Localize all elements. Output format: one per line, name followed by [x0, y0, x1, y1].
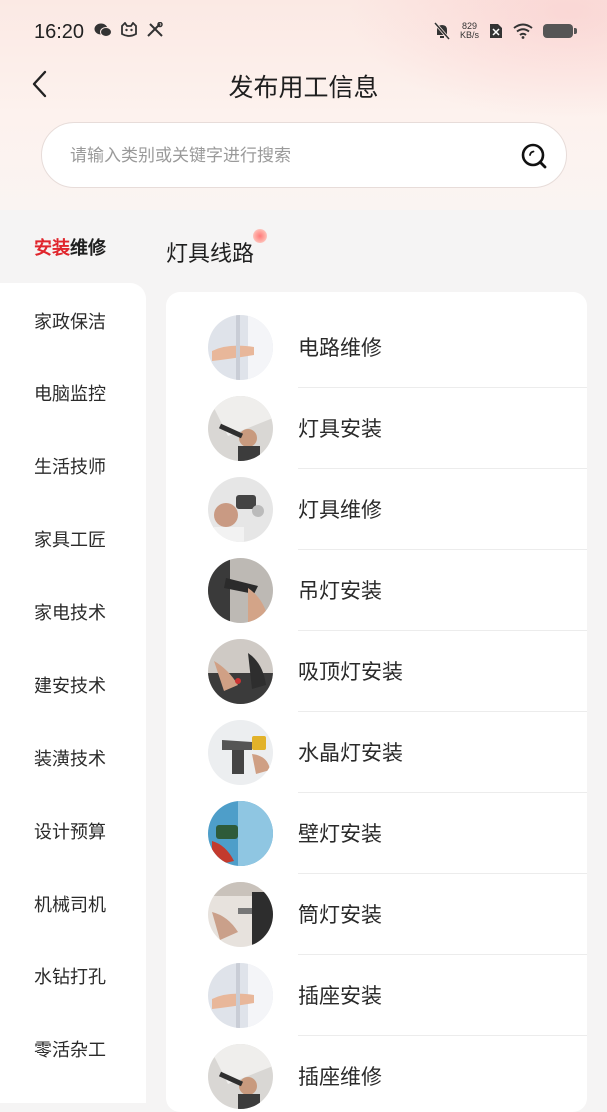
sidebar-item[interactable]: 家电技术: [34, 599, 106, 625]
sidebar-item[interactable]: 机械司机: [34, 891, 106, 917]
service-label: 水晶灯安装: [298, 741, 403, 765]
service-label: 插座安装: [298, 984, 382, 1008]
service-thumbnail: [208, 315, 273, 380]
sidebar-item[interactable]: 装潢技术: [34, 745, 106, 771]
sidebar-item[interactable]: 水钻打孔: [34, 963, 106, 989]
service-item[interactable]: 灯具安装: [166, 373, 587, 469]
service-thumbnail: [208, 882, 273, 947]
wifi-icon: [513, 23, 533, 39]
service-label: 灯具维修: [298, 498, 382, 522]
service-thumbnail: [208, 720, 273, 785]
service-item[interactable]: 壁灯安装: [166, 778, 587, 874]
search-icon[interactable]: [520, 142, 548, 170]
status-left-icons: [94, 22, 164, 38]
service-label: 吊灯安装: [298, 579, 382, 603]
service-item[interactable]: 电路维修: [166, 292, 587, 388]
net-speed: 829 KB/s: [460, 22, 479, 40]
sidebar-active-label-black: 维修: [70, 238, 106, 259]
sidebar-item[interactable]: 设计预算: [34, 818, 106, 844]
service-label: 插座维修: [298, 1065, 382, 1089]
status-right-icons: 829 KB/s: [433, 22, 577, 40]
service-thumbnail: [208, 639, 273, 704]
status-bar: 16:20 829 KB/s: [0, 0, 607, 66]
service-item[interactable]: 灯具维修: [166, 454, 587, 550]
sim-icon: [490, 24, 502, 38]
service-label: 灯具安装: [298, 417, 382, 441]
service-item[interactable]: 水晶灯安装: [166, 697, 587, 793]
service-thumbnail: [208, 1044, 273, 1109]
sidebar-item[interactable]: 家具工匠: [34, 526, 106, 552]
net-speed-unit: KB/s: [459, 30, 479, 40]
service-thumbnail: [208, 477, 273, 542]
service-item[interactable]: 插座维修: [166, 1021, 587, 1109]
service-thumbnail: [208, 396, 273, 461]
service-item[interactable]: 筒灯安装: [166, 859, 587, 955]
service-item[interactable]: 吊灯安装: [166, 535, 587, 631]
service-item[interactable]: 插座安装: [166, 940, 587, 1036]
service-label: 电路维修: [298, 336, 382, 360]
search-bar[interactable]: [41, 122, 567, 189]
mute-bell-icon: [433, 22, 450, 40]
sidebar-item[interactable]: 零活杂工: [34, 1036, 106, 1062]
service-thumbnail: [208, 558, 273, 623]
sidebar-active-label-red: 安装: [34, 238, 70, 259]
badge-dot: [253, 229, 267, 243]
tools-icon: [147, 22, 163, 37]
sidebar-item[interactable]: 建安技术: [34, 672, 106, 698]
sidebar-item[interactable]: 生活技师: [34, 453, 106, 479]
sidebar-item[interactable]: 家政保洁: [34, 308, 106, 334]
subcategory-title: 灯具线路: [166, 242, 255, 267]
wechat-icon: [94, 23, 112, 37]
service-thumbnail: [208, 963, 273, 1028]
page-title: 发布用工信息: [228, 73, 379, 102]
service-label: 壁灯安装: [298, 822, 382, 846]
sidebar-item-active[interactable]: 安装维修: [34, 234, 106, 260]
service-label: 筒灯安装: [298, 903, 382, 927]
service-item[interactable]: 吸顶灯安装: [166, 616, 587, 712]
search-input[interactable]: [68, 123, 512, 189]
service-thumbnail: [208, 801, 273, 866]
service-label: 吸顶灯安装: [298, 660, 403, 684]
status-time: 16:20: [34, 21, 85, 43]
cat-icon: [121, 22, 137, 37]
sidebar-item[interactable]: 电脑监控: [34, 380, 106, 406]
battery-icon: [543, 24, 577, 38]
